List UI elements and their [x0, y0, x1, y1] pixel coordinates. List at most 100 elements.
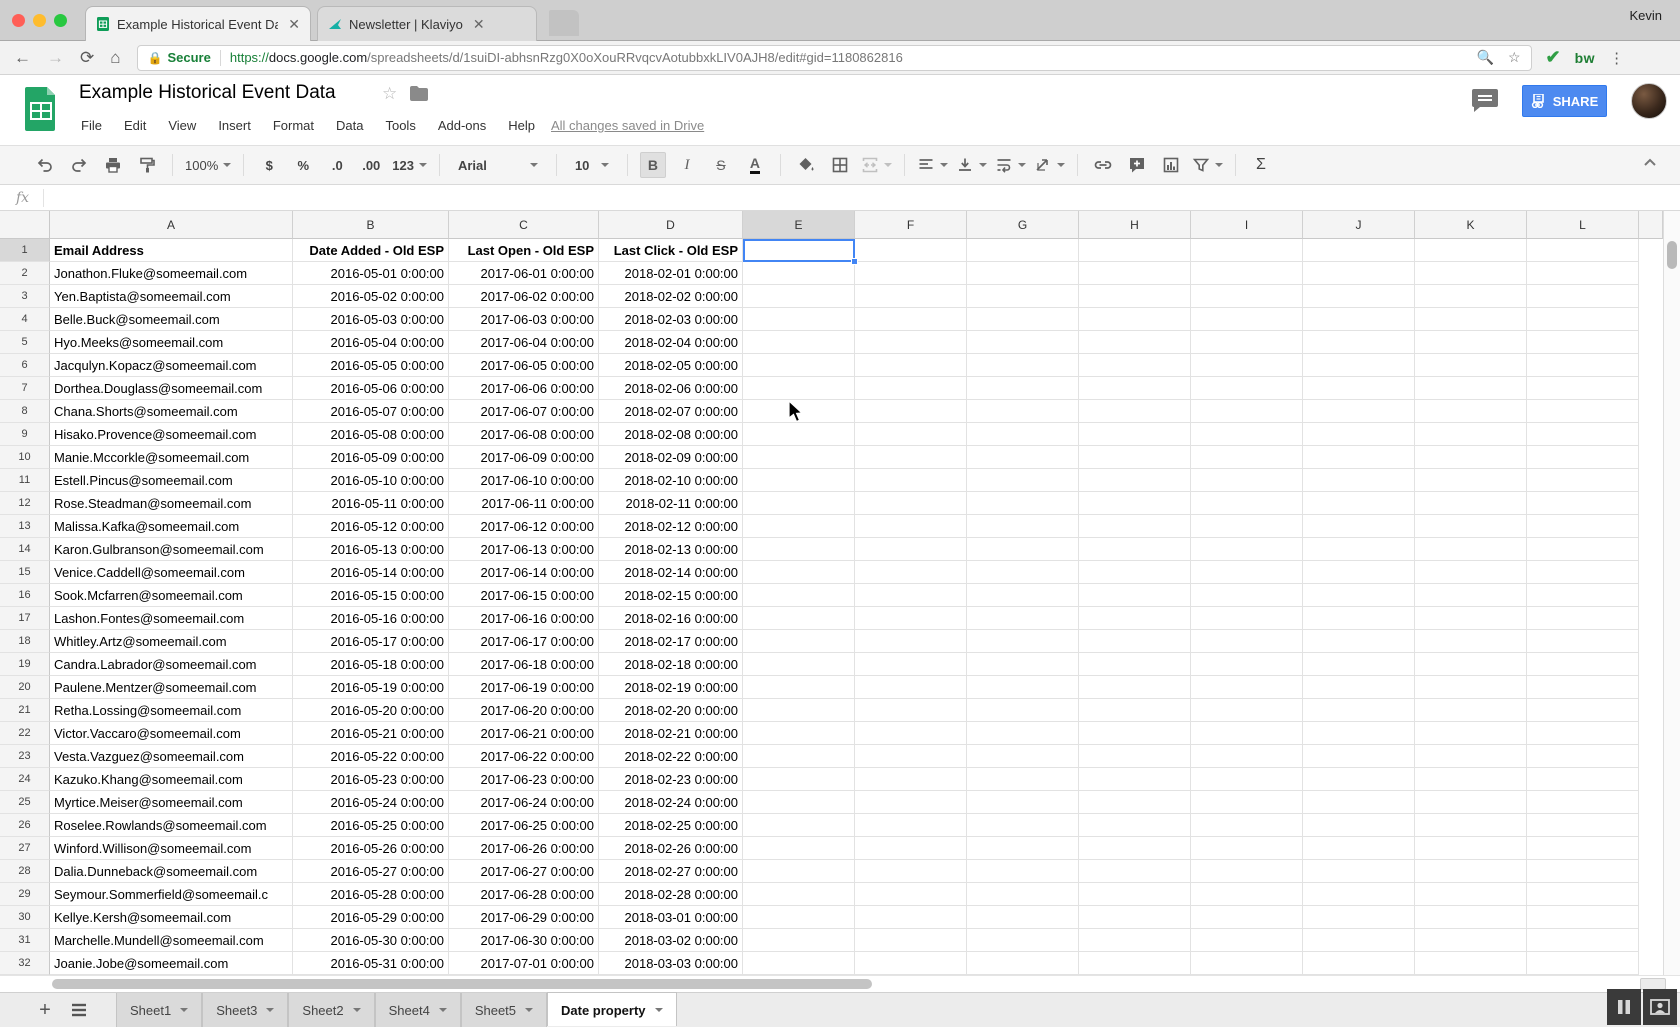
cell-L8[interactable]: [1527, 400, 1639, 423]
cell-B30[interactable]: 2016-05-29 0:00:00: [293, 906, 449, 929]
cell-L5[interactable]: [1527, 331, 1639, 354]
cell-C28[interactable]: 2017-06-27 0:00:00: [449, 860, 599, 883]
add-sheet-button[interactable]: +: [28, 993, 62, 1027]
cell-D21[interactable]: 2018-02-20 0:00:00: [599, 699, 743, 722]
cell-E14[interactable]: [743, 538, 855, 561]
cell-I2[interactable]: [1191, 262, 1303, 285]
cell-L3[interactable]: [1527, 285, 1639, 308]
sheet-tab-menu-icon[interactable]: [525, 1008, 533, 1012]
insert-comment-button[interactable]: [1124, 152, 1150, 178]
cell-I7[interactable]: [1191, 377, 1303, 400]
cell-G12[interactable]: [967, 492, 1079, 515]
cell-E6[interactable]: [743, 354, 855, 377]
cell-A7[interactable]: Dorthea.Douglass@someemail.com: [50, 377, 293, 400]
cell-K20[interactable]: [1415, 676, 1527, 699]
cell-D18[interactable]: 2018-02-17 0:00:00: [599, 630, 743, 653]
cell-B11[interactable]: 2016-05-10 0:00:00: [293, 469, 449, 492]
cell-K25[interactable]: [1415, 791, 1527, 814]
cell-E11[interactable]: [743, 469, 855, 492]
cell-C30[interactable]: 2017-06-29 0:00:00: [449, 906, 599, 929]
cell-G10[interactable]: [967, 446, 1079, 469]
cell-A32[interactable]: Joanie.Jobe@someemail.com: [50, 952, 293, 975]
cell-B28[interactable]: 2016-05-27 0:00:00: [293, 860, 449, 883]
extension-check-icon[interactable]: ✔: [1546, 47, 1561, 68]
cell-K2[interactable]: [1415, 262, 1527, 285]
cell-J31[interactable]: [1303, 929, 1415, 952]
cell-E10[interactable]: [743, 446, 855, 469]
cell-I17[interactable]: [1191, 607, 1303, 630]
cell-I1[interactable]: [1191, 239, 1303, 262]
cell-J24[interactable]: [1303, 768, 1415, 791]
cell-C20[interactable]: 2017-06-19 0:00:00: [449, 676, 599, 699]
cell-L13[interactable]: [1527, 515, 1639, 538]
row-header-7[interactable]: 7: [0, 377, 50, 400]
cell-E18[interactable]: [743, 630, 855, 653]
column-header-i[interactable]: I: [1191, 211, 1303, 239]
cell-J25[interactable]: [1303, 791, 1415, 814]
cell-C5[interactable]: 2017-06-04 0:00:00: [449, 331, 599, 354]
cell-C10[interactable]: 2017-06-09 0:00:00: [449, 446, 599, 469]
cell-F5[interactable]: [855, 331, 967, 354]
row-header-8[interactable]: 8: [0, 400, 50, 423]
cell-A30[interactable]: Kellye.Kersh@someemail.com: [50, 906, 293, 929]
cell-F10[interactable]: [855, 446, 967, 469]
row-header-32[interactable]: 32: [0, 952, 50, 975]
close-window-button[interactable]: [12, 14, 25, 27]
cell-D23[interactable]: 2018-02-22 0:00:00: [599, 745, 743, 768]
row-header-4[interactable]: 4: [0, 308, 50, 331]
menu-help[interactable]: Help: [497, 115, 546, 136]
cell-H22[interactable]: [1079, 722, 1191, 745]
cell-E9[interactable]: [743, 423, 855, 446]
cell-K28[interactable]: [1415, 860, 1527, 883]
menu-format[interactable]: Format: [262, 115, 325, 136]
cell-E22[interactable]: [743, 722, 855, 745]
cell-B4[interactable]: 2016-05-03 0:00:00: [293, 308, 449, 331]
cell-D15[interactable]: 2018-02-14 0:00:00: [599, 561, 743, 584]
cell-E7[interactable]: [743, 377, 855, 400]
cell-B12[interactable]: 2016-05-11 0:00:00: [293, 492, 449, 515]
cell-F32[interactable]: [855, 952, 967, 975]
row-header-3[interactable]: 3: [0, 285, 50, 308]
cell-I27[interactable]: [1191, 837, 1303, 860]
strikethrough-button[interactable]: S: [708, 152, 734, 178]
row-header-9[interactable]: 9: [0, 423, 50, 446]
row-header-27[interactable]: 27: [0, 837, 50, 860]
cell-F31[interactable]: [855, 929, 967, 952]
cell-H28[interactable]: [1079, 860, 1191, 883]
cell-A29[interactable]: Seymour.Sommerfield@someemail.c: [50, 883, 293, 906]
cell-H18[interactable]: [1079, 630, 1191, 653]
cell-G16[interactable]: [967, 584, 1079, 607]
cell-D26[interactable]: 2018-02-25 0:00:00: [599, 814, 743, 837]
cell-E16[interactable]: [743, 584, 855, 607]
cell-D6[interactable]: 2018-02-05 0:00:00: [599, 354, 743, 377]
cell-K29[interactable]: [1415, 883, 1527, 906]
cell-H2[interactable]: [1079, 262, 1191, 285]
sheet-tab-menu-icon[interactable]: [439, 1008, 447, 1012]
cell-C9[interactable]: 2017-06-08 0:00:00: [449, 423, 599, 446]
cell-F9[interactable]: [855, 423, 967, 446]
cell-I3[interactable]: [1191, 285, 1303, 308]
cell-K13[interactable]: [1415, 515, 1527, 538]
redo-button[interactable]: [66, 152, 92, 178]
column-header-a[interactable]: A: [50, 211, 293, 239]
cell-K15[interactable]: [1415, 561, 1527, 584]
cell-D9[interactable]: 2018-02-08 0:00:00: [599, 423, 743, 446]
row-header-26[interactable]: 26: [0, 814, 50, 837]
sheet-tab-date-property[interactable]: Date property: [547, 992, 677, 1026]
cell-A4[interactable]: Belle.Buck@someemail.com: [50, 308, 293, 331]
cell-G19[interactable]: [967, 653, 1079, 676]
cell-F23[interactable]: [855, 745, 967, 768]
cell-L2[interactable]: [1527, 262, 1639, 285]
row-header-11[interactable]: 11: [0, 469, 50, 492]
row-header-29[interactable]: 29: [0, 883, 50, 906]
cell-L1[interactable]: [1527, 239, 1639, 262]
column-header-c[interactable]: C: [449, 211, 599, 239]
cell-K30[interactable]: [1415, 906, 1527, 929]
cell-B17[interactable]: 2016-05-16 0:00:00: [293, 607, 449, 630]
column-header-l[interactable]: L: [1527, 211, 1639, 239]
cell-D31[interactable]: 2018-03-02 0:00:00: [599, 929, 743, 952]
fill-handle[interactable]: [851, 258, 858, 265]
cell-L17[interactable]: [1527, 607, 1639, 630]
row-header-5[interactable]: 5: [0, 331, 50, 354]
cell-E20[interactable]: [743, 676, 855, 699]
